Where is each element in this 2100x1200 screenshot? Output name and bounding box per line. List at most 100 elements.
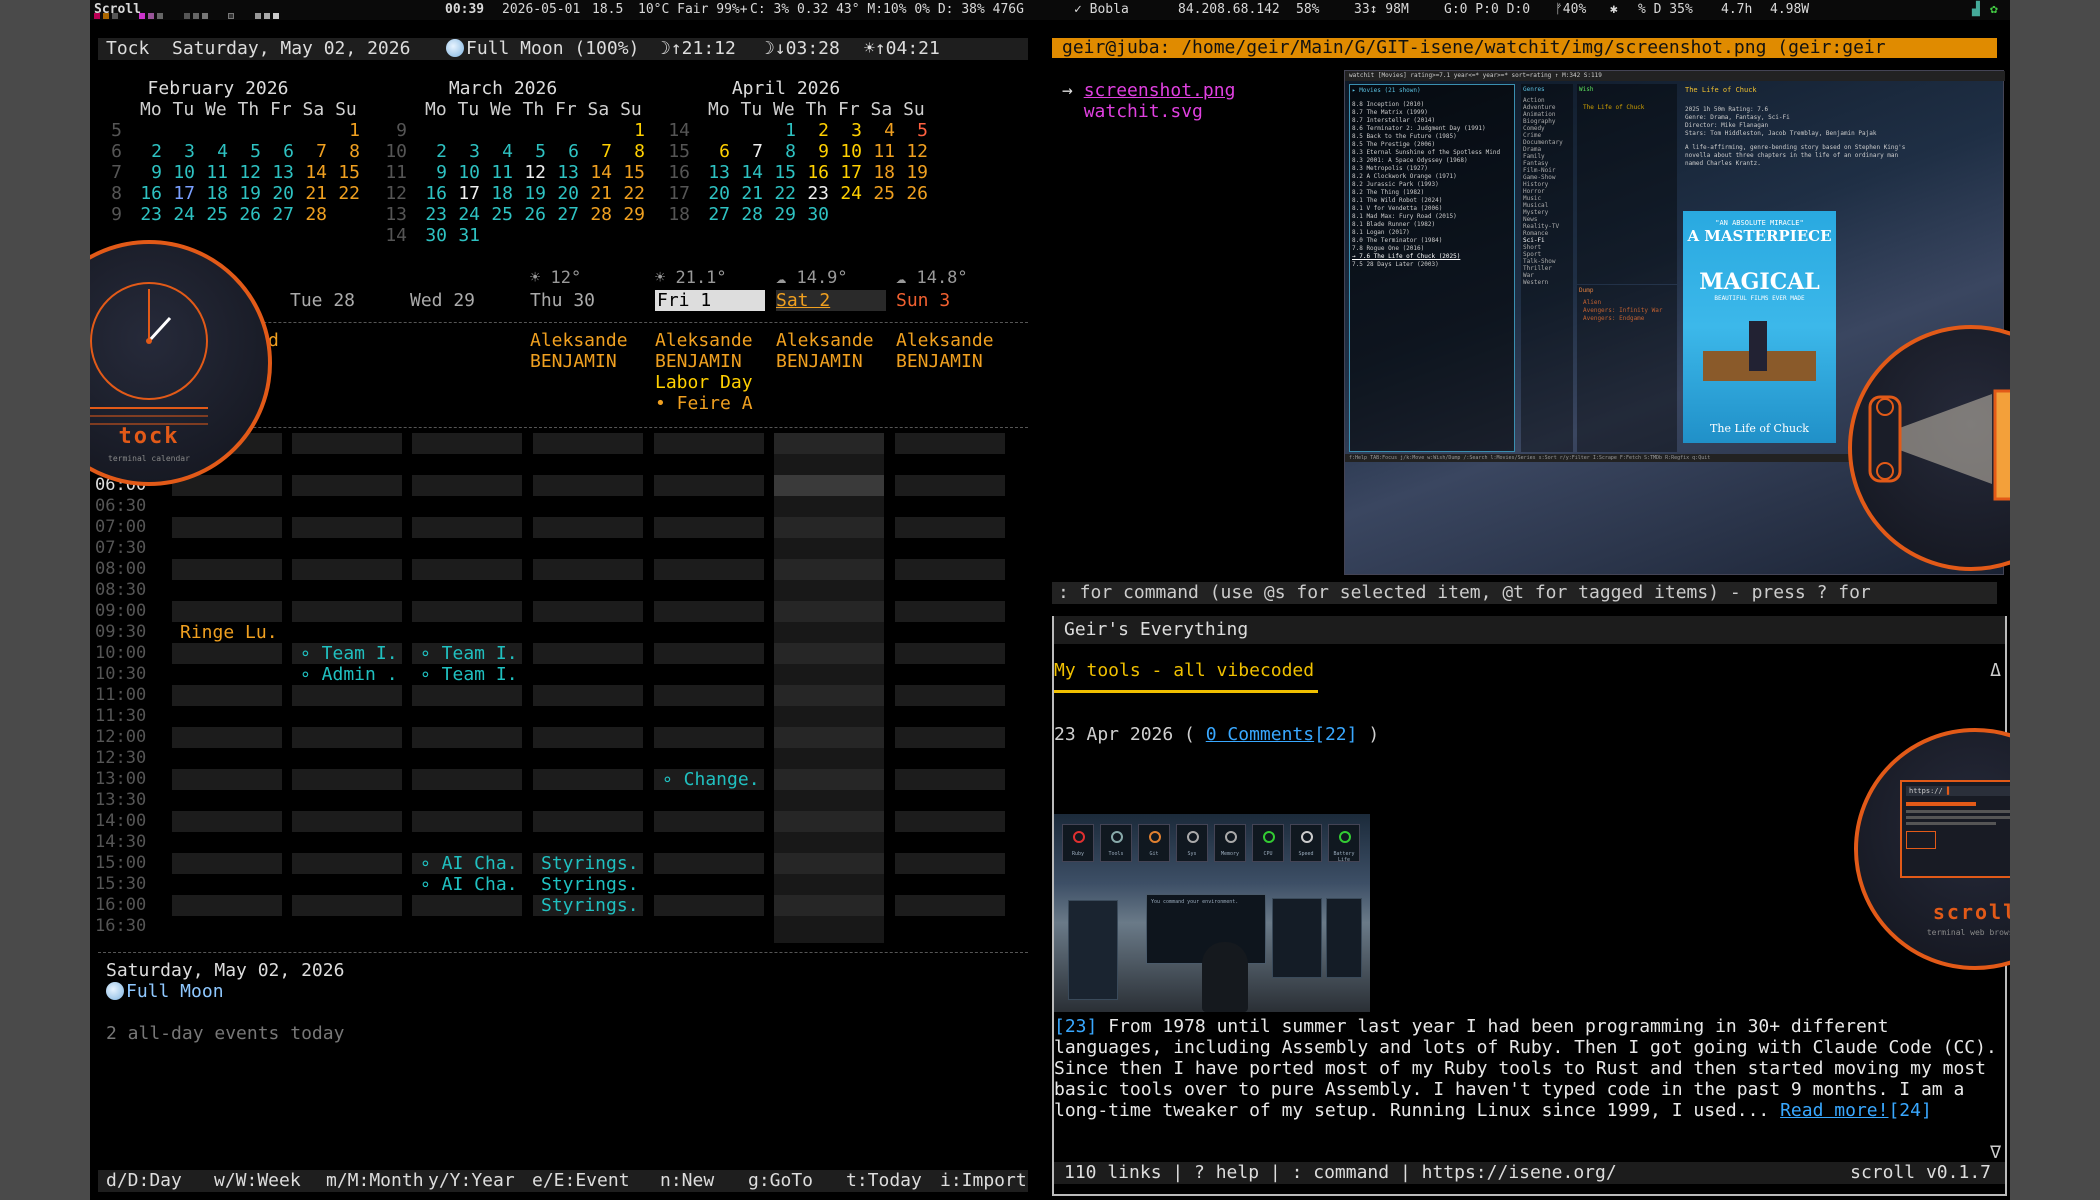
calendar-day[interactable]: 8 <box>774 141 796 162</box>
read-more-link[interactable]: Read more! <box>1780 1100 1888 1121</box>
calendar-day[interactable]: 9 <box>140 162 162 183</box>
calendar-day[interactable]: 19 <box>524 183 546 204</box>
calendar-day[interactable]: 17 <box>173 183 195 204</box>
calendar-day[interactable]: 9 <box>425 162 447 183</box>
calendar-day[interactable]: 18 <box>491 183 513 204</box>
time-slot[interactable] <box>533 727 643 748</box>
calendar-day[interactable]: 28 <box>305 204 327 225</box>
time-slot[interactable] <box>895 727 1005 748</box>
movie-row[interactable]: 8.5 Back to the Future (1985) <box>1352 133 1512 141</box>
detail-line[interactable]: Stars: Tom Hiddleston, Jacob Tremblay, B… <box>1685 130 1997 138</box>
calendar-event[interactable]: Ringe Lu. <box>180 622 278 643</box>
movie-row[interactable]: 8.2 A Clockwork Orange (1971) <box>1352 173 1512 181</box>
genre-item[interactable]: Animation <box>1523 111 1571 118</box>
time-slot[interactable] <box>654 727 764 748</box>
movie-row[interactable]: 8.7 Interstellar (2014) <box>1352 117 1512 125</box>
time-slot[interactable] <box>774 895 884 916</box>
file-item[interactable]: watchit.svg <box>1062 101 1235 122</box>
calendar-day[interactable]: 3 <box>173 141 195 162</box>
genre-item[interactable]: Reality-TV <box>1523 223 1571 230</box>
movie-row[interactable]: 8.2 The Thing (1982) <box>1352 189 1512 197</box>
allday-event[interactable]: BENJAMIN <box>655 351 742 372</box>
time-slot[interactable] <box>172 853 282 874</box>
calendar-day[interactable]: 5 <box>524 141 546 162</box>
calendar-day[interactable]: 20 <box>708 183 730 204</box>
time-slot[interactable] <box>774 475 884 496</box>
tray-icon[interactable]: ✿ <box>1990 0 1998 20</box>
movie-row[interactable]: 8.8 Inception (2010) <box>1352 101 1512 109</box>
calendar-day[interactable]: 23 <box>807 183 829 204</box>
calendar-day[interactable]: 20 <box>557 183 579 204</box>
calendar-event[interactable]: Styrings. <box>541 853 639 874</box>
time-slot[interactable] <box>654 601 764 622</box>
calendar-day[interactable]: 8 <box>623 141 645 162</box>
calendar-day[interactable]: 16 <box>140 183 162 204</box>
calendar-day[interactable]: 14 <box>741 162 763 183</box>
day-column-header[interactable]: Thu 30 <box>530 290 595 311</box>
calendar-day[interactable]: 15 <box>623 162 645 183</box>
movie-row[interactable]: 8.1 V for Vendetta (2006) <box>1352 205 1512 213</box>
movie-row[interactable]: 8.5 The Prestige (2006) <box>1352 141 1512 149</box>
calendar-day[interactable]: 22 <box>338 183 360 204</box>
genre-item[interactable]: Comedy <box>1523 125 1571 132</box>
calendar-event[interactable]: Styrings. <box>541 895 639 916</box>
calendar-day[interactable]: 16 <box>425 183 447 204</box>
time-slot[interactable] <box>654 559 764 580</box>
allday-event[interactable]: BENJAMIN <box>896 351 983 372</box>
calendar-day[interactable]: 6 <box>272 141 294 162</box>
time-slot[interactable] <box>292 559 402 580</box>
genre-item[interactable]: Western <box>1523 279 1571 286</box>
calendar-day[interactable]: 27 <box>557 204 579 225</box>
time-slot[interactable] <box>654 811 764 832</box>
time-slot[interactable] <box>774 433 884 454</box>
genre-item[interactable]: News <box>1523 216 1571 223</box>
scroll-up-indicator[interactable]: Δ <box>1990 660 2001 681</box>
calendar-day[interactable]: 5 <box>239 141 261 162</box>
time-slot[interactable] <box>533 769 643 790</box>
calendar-day[interactable]: 16 <box>807 162 829 183</box>
time-slot[interactable] <box>172 895 282 916</box>
genre-item[interactable]: Drama <box>1523 146 1571 153</box>
calendar-day[interactable]: 15 <box>338 162 360 183</box>
time-slot[interactable] <box>895 517 1005 538</box>
time-slot[interactable] <box>533 475 643 496</box>
time-slot[interactable] <box>895 475 1005 496</box>
time-slot[interactable] <box>895 433 1005 454</box>
calendar-day[interactable]: 12 <box>906 141 928 162</box>
time-slot[interactable] <box>895 643 1005 664</box>
calendar-day[interactable]: 11 <box>491 162 513 183</box>
movie-row[interactable]: 8.7 The Matrix (1999) <box>1352 109 1512 117</box>
calendar-day[interactable]: 22 <box>623 183 645 204</box>
time-slot[interactable] <box>292 853 402 874</box>
movie-row[interactable]: 8.3 2001: A Space Odyssey (1968) <box>1352 157 1512 165</box>
time-slot[interactable] <box>533 601 643 622</box>
day-column-header[interactable]: Sun 3 <box>896 290 950 311</box>
wifi-icon[interactable]: ▟ <box>1972 0 1980 20</box>
time-slot[interactable] <box>292 601 402 622</box>
calendar-day[interactable]: 26 <box>524 204 546 225</box>
genre-item[interactable]: Biography <box>1523 118 1571 125</box>
time-slot[interactable] <box>533 685 643 706</box>
genre-item[interactable]: Music <box>1523 195 1571 202</box>
calendar-event[interactable]: ∘ AI Cha. <box>420 853 518 874</box>
calendar-day[interactable]: 4 <box>206 141 228 162</box>
calendar-day[interactable]: 6 <box>557 141 579 162</box>
calendar-day[interactable]: 17 <box>840 162 862 183</box>
allday-event[interactable]: • Feire A <box>655 393 753 414</box>
calendar-day[interactable]: 11 <box>206 162 228 183</box>
calendar-day[interactable]: 1 <box>338 120 360 141</box>
time-slot[interactable] <box>412 433 522 454</box>
allday-event[interactable]: BENJAMIN <box>776 351 863 372</box>
calendar-day[interactable]: 26 <box>906 183 928 204</box>
time-slot[interactable] <box>895 685 1005 706</box>
allday-event[interactable]: Labor Day <box>655 372 753 393</box>
movie-row[interactable]: 8.2 Jurassic Park (1993) <box>1352 181 1512 189</box>
time-slot[interactable] <box>533 559 643 580</box>
calendar-day[interactable]: 25 <box>206 204 228 225</box>
time-slot[interactable] <box>292 475 402 496</box>
calendar-day[interactable]: 29 <box>623 204 645 225</box>
file-item[interactable]: → screenshot.png <box>1062 80 1235 101</box>
time-slot[interactable] <box>774 727 884 748</box>
genre-item[interactable]: Sci-Fi <box>1523 237 1571 244</box>
calendar-day[interactable]: 7 <box>305 141 327 162</box>
